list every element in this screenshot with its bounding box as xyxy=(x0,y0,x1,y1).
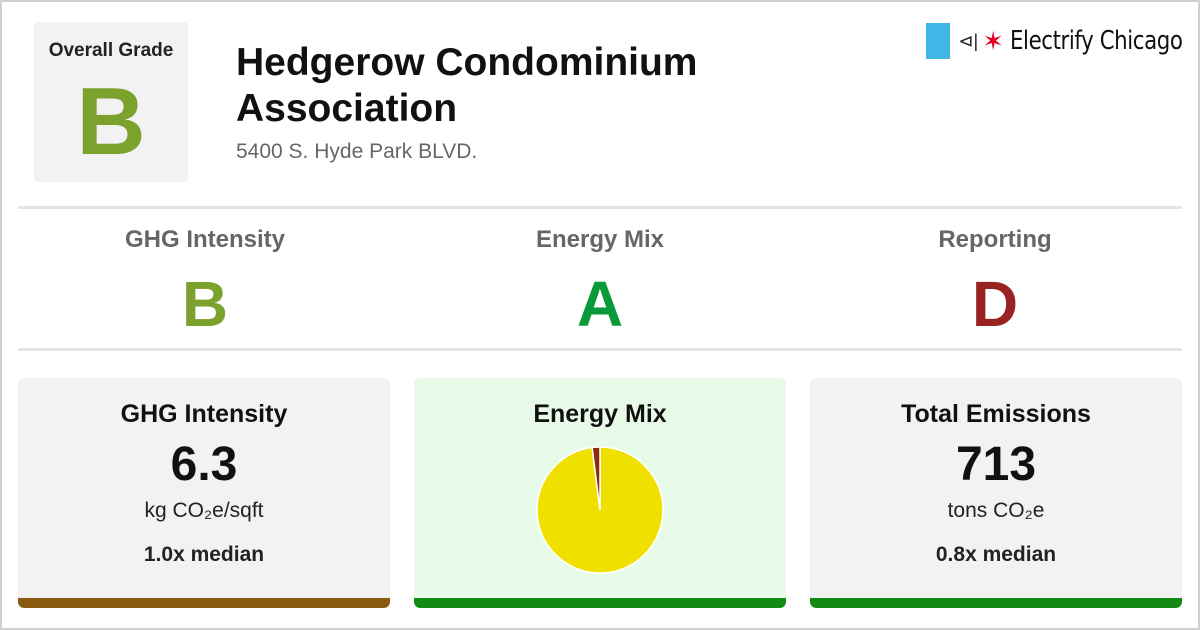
grade-ghg-intensity: GHG Intensity B xyxy=(10,226,400,336)
building-name: Hedgerow Condominium Association xyxy=(236,41,698,130)
divider-middle xyxy=(18,348,1182,351)
brand-logo[interactable]: ⊲| ✶ Electrify Chicago xyxy=(926,22,1183,60)
overall-grade-value: B xyxy=(76,68,146,175)
card-title: Total Emissions xyxy=(901,400,1091,428)
grade-label: GHG Intensity xyxy=(124,226,286,253)
card-title: GHG Intensity xyxy=(120,400,288,428)
energy-mix-pie-chart xyxy=(536,446,664,574)
plug-icon: ⊲| xyxy=(958,30,979,51)
total-emissions-unit: tons CO₂e xyxy=(947,499,1045,522)
total-emissions-card: Total Emissions 713 tons CO₂e 0.8x media… xyxy=(810,378,1182,608)
divider-top xyxy=(18,206,1182,209)
ghg-intensity-value: 6.3 xyxy=(170,438,238,491)
overall-grade-box: Overall Grade B xyxy=(34,22,188,182)
card-bottom-bar xyxy=(18,598,390,608)
grade-label: Reporting xyxy=(938,226,1052,253)
ghg-intensity-median: 1.0x median xyxy=(143,543,265,566)
building-address: 5400 S. Hyde Park BLVD. xyxy=(236,140,478,163)
grade-label: Energy Mix xyxy=(535,226,665,253)
energy-mix-pie xyxy=(535,445,665,575)
chicago-flag-icon xyxy=(926,23,951,59)
star-icon: ✶ xyxy=(982,26,1004,56)
total-emissions-value: 713 xyxy=(955,438,1037,491)
energy-mix-card: Energy Mix xyxy=(414,378,786,608)
ghg-intensity-card: GHG Intensity 6.3 kg CO₂e/sqft 1.0x medi… xyxy=(18,378,390,608)
grade-energy-mix: Energy Mix A xyxy=(405,226,795,336)
grade-value: D xyxy=(971,268,1019,340)
card-title: Energy Mix xyxy=(533,400,667,428)
grade-value: A xyxy=(576,268,624,340)
grade-value: B xyxy=(181,268,229,340)
overall-grade-label: Overall Grade xyxy=(48,40,174,61)
card-bottom-bar xyxy=(810,598,1182,608)
grade-reporting: Reporting D xyxy=(800,226,1190,336)
card-bottom-bar xyxy=(414,598,786,608)
total-emissions-median: 0.8x median xyxy=(935,543,1057,566)
brand-name: Electrify Chicago xyxy=(1010,26,1183,56)
ghg-intensity-unit: kg CO₂e/sqft xyxy=(144,499,264,522)
